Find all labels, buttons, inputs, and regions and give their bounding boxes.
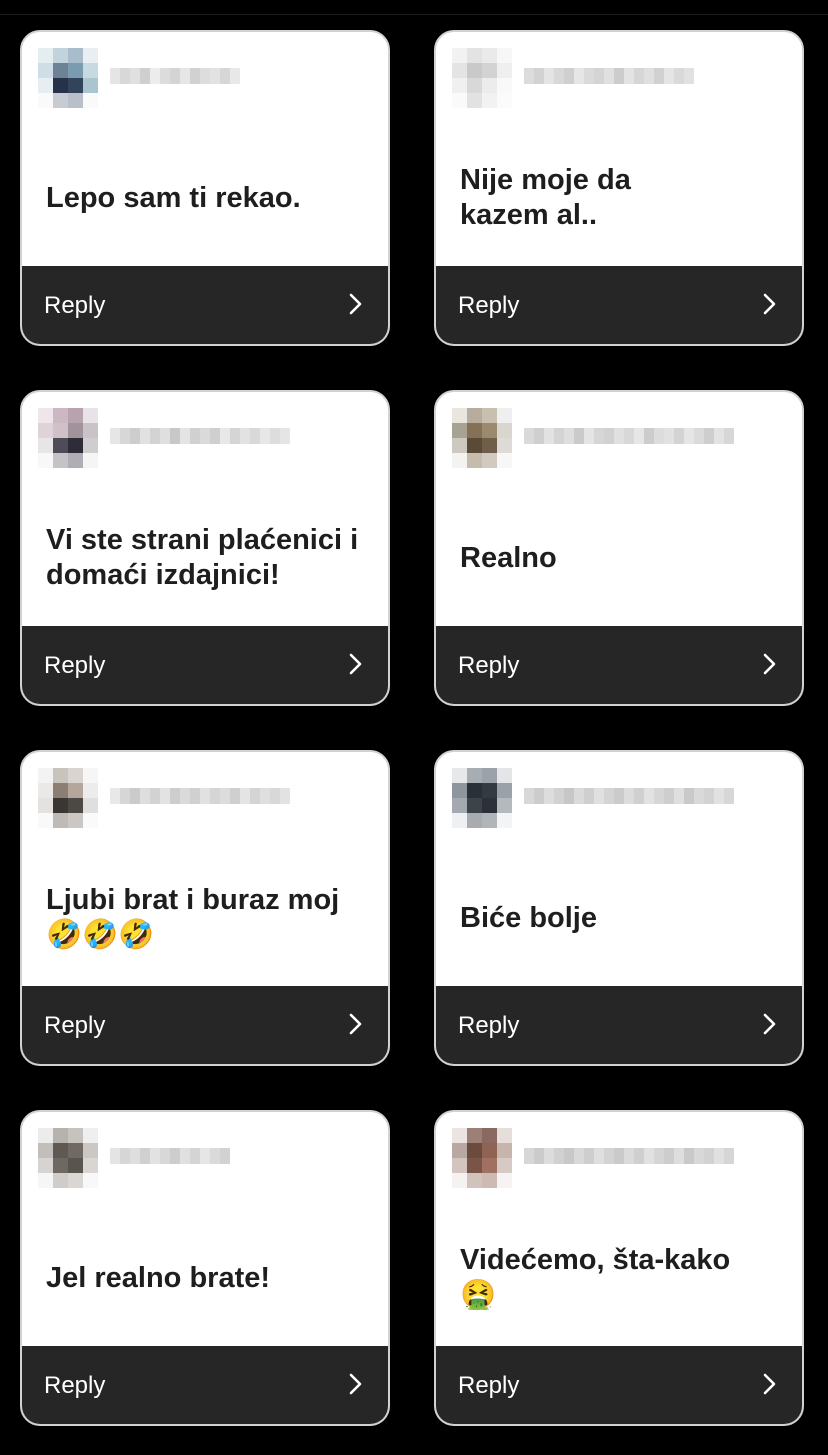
chevron-right-icon <box>349 1373 362 1395</box>
comment-header <box>22 752 388 842</box>
blurred-avatar[interactable] <box>452 768 512 828</box>
comment-text: Jel realno brate! <box>46 1261 271 1294</box>
reply-button[interactable]: Reply <box>436 626 802 704</box>
chevron-right-icon <box>349 293 362 315</box>
comment-text: Lepo sam ti rekao. <box>46 181 301 214</box>
reply-label: Reply <box>44 292 106 319</box>
chevron-right-icon <box>763 653 776 675</box>
top-divider <box>0 14 828 15</box>
reply-button[interactable]: Reply <box>22 266 388 344</box>
blurred-username[interactable] <box>524 428 734 444</box>
comment-card: Biće bolje Reply <box>434 750 804 1066</box>
comment-text: Vi ste strani plaćenici i domaći izdajni… <box>46 524 359 591</box>
comment-header <box>22 32 388 122</box>
blurred-username[interactable] <box>524 788 734 804</box>
comment-text: Ljubi brat i buraz moj 🤣🤣🤣 <box>46 884 340 951</box>
reply-button[interactable]: Reply <box>436 266 802 344</box>
comment-text: Realno <box>460 541 557 574</box>
comment-card: Videćemo, šta-kako 🤮 Reply <box>434 1110 804 1426</box>
comment-header <box>436 32 802 122</box>
comment-header <box>22 392 388 482</box>
comment-text: Biće bolje <box>460 901 597 934</box>
comment-card: Jel realno brate! Reply <box>20 1110 390 1426</box>
comment-header <box>436 1112 802 1202</box>
chevron-right-icon <box>763 1013 776 1035</box>
reply-button[interactable]: Reply <box>436 986 802 1064</box>
chevron-right-icon <box>763 293 776 315</box>
blurred-avatar[interactable] <box>38 48 98 108</box>
comment-card: Ljubi brat i buraz moj 🤣🤣🤣 Reply <box>20 750 390 1066</box>
blurred-avatar[interactable] <box>452 1128 512 1188</box>
blurred-username[interactable] <box>110 428 290 444</box>
reply-button[interactable]: Reply <box>22 626 388 704</box>
blurred-username[interactable] <box>110 788 290 804</box>
comment-header <box>436 752 802 842</box>
reply-label: Reply <box>44 652 106 679</box>
blurred-avatar[interactable] <box>38 768 98 828</box>
reply-button[interactable]: Reply <box>436 1346 802 1424</box>
blurred-username[interactable] <box>524 68 694 84</box>
comment-card: Nije moje da kazem al.. Reply <box>434 30 804 346</box>
reply-button[interactable]: Reply <box>22 1346 388 1424</box>
reply-button[interactable]: Reply <box>22 986 388 1064</box>
comment-card: Lepo sam ti rekao. Reply <box>20 30 390 346</box>
chevron-right-icon <box>349 1013 362 1035</box>
blurred-avatar[interactable] <box>38 1128 98 1188</box>
blurred-username[interactable] <box>524 1148 734 1164</box>
comment-header <box>436 392 802 482</box>
reply-label: Reply <box>458 1372 520 1399</box>
comment-text: Nije moje da kazem al.. <box>460 164 631 231</box>
blurred-username[interactable] <box>110 1148 230 1164</box>
comment-card: Vi ste strani plaćenici i domaći izdajni… <box>20 390 390 706</box>
comment-card: Realno Reply <box>434 390 804 706</box>
reply-label: Reply <box>44 1012 106 1039</box>
comment-header <box>22 1112 388 1202</box>
blurred-avatar[interactable] <box>452 408 512 468</box>
comment-text: Videćemo, šta-kako 🤮 <box>460 1244 731 1311</box>
chevron-right-icon <box>349 653 362 675</box>
reply-label: Reply <box>458 292 520 319</box>
reply-label: Reply <box>458 652 520 679</box>
reply-label: Reply <box>458 1012 520 1039</box>
blurred-avatar[interactable] <box>452 48 512 108</box>
blurred-username[interactable] <box>110 68 240 84</box>
reply-label: Reply <box>44 1372 106 1399</box>
blurred-avatar[interactable] <box>38 408 98 468</box>
chevron-right-icon <box>763 1373 776 1395</box>
